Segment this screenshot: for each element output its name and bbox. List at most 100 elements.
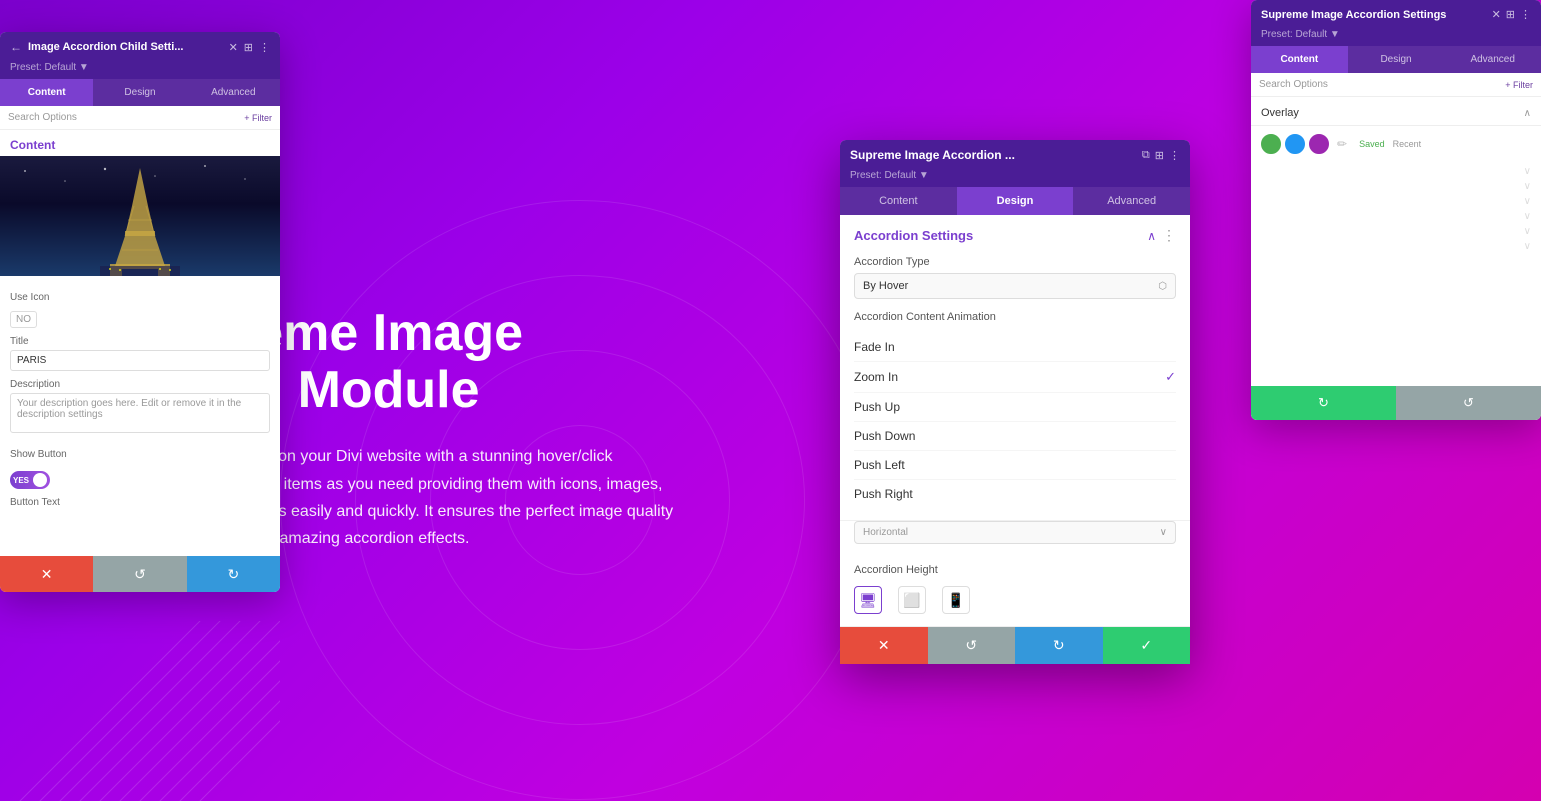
tab-content-main[interactable]: Content <box>840 187 957 215</box>
accordion-settings-section: Accordion Settings ∧ ⋮ Accordion Type By… <box>840 215 1190 521</box>
section-dots-icon[interactable]: ⋮ <box>1162 227 1176 244</box>
horizontal-value: Horizontal <box>863 527 908 538</box>
reset-btn-fr[interactable]: ↺ <box>1396 386 1541 420</box>
panel-back-footer: ✕ ↺ ↻ <box>0 556 280 592</box>
pencil-icon[interactable]: ✏ <box>1337 137 1347 151</box>
tablet-icon[interactable]: ⬜ <box>898 586 926 614</box>
more-icon-main[interactable]: ⋮ <box>1169 149 1180 162</box>
mobile-icon[interactable]: 📱 <box>942 586 970 614</box>
chevron-lines: ∨ ∨ ∨ ∨ ∨ ∨ <box>1251 162 1541 256</box>
refresh-button-back[interactable]: ↻ <box>187 556 280 592</box>
title-field-label: Title <box>10 336 270 347</box>
show-button-label: Show Button <box>10 449 67 460</box>
main-panel-preset: Preset: Default ▼ <box>840 170 1190 187</box>
search-bar-back: Search Options + Filter <box>0 106 280 130</box>
animation-item-push-right[interactable]: Push Right <box>854 480 1176 508</box>
accordion-type-dropdown[interactable]: By Hover ⬡ <box>854 273 1176 299</box>
animation-push-right-label: Push Right <box>854 487 913 501</box>
tab-advanced-back[interactable]: Advanced <box>187 79 280 106</box>
animation-zoom-in-label: Zoom In <box>854 370 898 384</box>
panel-back-header: ← Image Accordion Child Setti... ✕ ⊞ ⋮ <box>0 32 280 62</box>
panel-form-back: Use Icon NO Title PARIS Description Your… <box>0 276 280 519</box>
animation-item-zoom-in[interactable]: Zoom In ✓ <box>854 362 1176 393</box>
saved-label: Saved <box>1359 139 1385 149</box>
panel-far-right: Supreme Image Accordion Settings ✕ ⊞ ⋮ P… <box>1251 0 1541 420</box>
swatch-purple[interactable] <box>1309 134 1329 154</box>
animation-label: Accordion Content Animation <box>854 311 1176 323</box>
tab-design-fr[interactable]: Design <box>1348 46 1445 73</box>
swatch-blue[interactable] <box>1285 134 1305 154</box>
animation-item-fade-in[interactable]: Fade In <box>854 333 1176 362</box>
panel-back-title: Image Accordion Child Setti... <box>28 41 223 53</box>
expand-icon-fr[interactable]: ⊞ <box>1506 8 1515 21</box>
reset-button-back[interactable]: ↺ <box>93 556 186 592</box>
reset-button-main[interactable]: ↺ <box>928 627 1016 664</box>
more-icon-fr[interactable]: ⋮ <box>1520 8 1531 21</box>
description-field-label: Description <box>10 379 270 390</box>
tab-design-back[interactable]: Design <box>93 79 186 106</box>
save-btn-fr[interactable]: ↻ <box>1251 386 1396 420</box>
expand-icon[interactable]: ⊞ <box>244 41 253 54</box>
content-section-label: Content <box>0 130 280 156</box>
far-right-header: Supreme Image Accordion Settings ✕ ⊞ ⋮ <box>1251 0 1541 29</box>
animation-list: Fade In Zoom In ✓ Push Up Push Down Push… <box>854 333 1176 508</box>
back-arrow-icon: ← <box>10 40 22 54</box>
use-icon-toggle: NO <box>10 311 270 328</box>
far-right-tabs: Content Design Advanced <box>1251 46 1541 73</box>
panel-back-preset: Preset: Default ▼ <box>0 62 280 79</box>
dropdown-chevron-icon: ∨ <box>1160 527 1167 538</box>
filter-btn-fr[interactable]: + Filter <box>1505 80 1533 90</box>
close-icon[interactable]: ✕ <box>229 41 238 54</box>
use-icon-label: Use Icon <box>10 292 270 303</box>
save-button-main[interactable]: ✓ <box>1103 627 1191 664</box>
tab-advanced-main[interactable]: Advanced <box>1073 187 1190 215</box>
panel-back-tabs: Content Design Advanced <box>0 79 280 106</box>
overlay-label: Overlay <box>1261 107 1299 119</box>
section-chevron-icon[interactable]: ∧ <box>1147 229 1156 243</box>
title-field-value[interactable]: PARIS <box>10 350 270 371</box>
far-right-title: Supreme Image Accordion Settings <box>1261 9 1486 21</box>
tab-advanced-fr[interactable]: Advanced <box>1444 46 1541 73</box>
animation-push-down-label: Push Down <box>854 429 915 443</box>
animation-push-up-label: Push Up <box>854 400 900 414</box>
main-panel-footer: ✕ ↺ ↻ ✓ <box>840 626 1190 664</box>
tab-content-back[interactable]: Content <box>0 79 93 106</box>
copy-icon-main[interactable]: ⧉ <box>1142 149 1150 162</box>
cancel-button-main[interactable]: ✕ <box>840 627 928 664</box>
horizontal-dropdown[interactable]: Horizontal ∨ <box>854 521 1176 544</box>
animation-item-push-up[interactable]: Push Up <box>854 393 1176 422</box>
section-header: Accordion Settings ∧ ⋮ <box>854 227 1176 244</box>
show-button-row: Show Button <box>10 441 270 463</box>
main-panel-title: Supreme Image Accordion ... <box>850 148 1136 162</box>
description-field-value[interactable]: Your description goes here. Edit or remo… <box>10 393 270 433</box>
overlay-row: Overlay ∧ <box>1251 97 1541 126</box>
search-input-back[interactable]: Search Options <box>8 112 238 123</box>
main-panel-header: Supreme Image Accordion ... ⧉ ⊞ ⋮ <box>840 140 1190 170</box>
far-right-header-icons: ✕ ⊞ ⋮ <box>1492 8 1531 21</box>
toggle-knob <box>33 473 47 487</box>
tab-design-main[interactable]: Design <box>957 187 1074 215</box>
search-input-fr[interactable]: Search Options <box>1259 79 1505 90</box>
height-label: Accordion Height <box>854 564 1176 576</box>
filter-button-back[interactable]: + Filter <box>244 113 272 123</box>
animation-item-push-down[interactable]: Push Down <box>854 422 1176 451</box>
far-right-footer: ↻ ↺ <box>1251 386 1541 420</box>
toggle-yes-text: YES <box>13 476 29 485</box>
cancel-button-back[interactable]: ✕ <box>0 556 93 592</box>
toggle-switch[interactable]: YES <box>10 471 50 489</box>
more-icon[interactable]: ⋮ <box>259 41 270 54</box>
animation-item-push-left[interactable]: Push Left <box>854 451 1176 480</box>
desktop-icon[interactable]: 🖥 <box>854 586 882 614</box>
height-section: Accordion Height 🖥 ⬜ 📱 <box>840 552 1190 626</box>
panel-child-settings: ← Image Accordion Child Setti... ✕ ⊞ ⋮ P… <box>0 32 280 592</box>
swatch-green[interactable] <box>1261 134 1281 154</box>
close-icon-fr[interactable]: ✕ <box>1492 8 1501 21</box>
button-toggle: YES <box>10 471 270 489</box>
refresh-button-main[interactable]: ↻ <box>1015 627 1103 664</box>
recent-label: Recent <box>1393 139 1422 149</box>
tab-content-fr[interactable]: Content <box>1251 46 1348 73</box>
expand-icon-main[interactable]: ⊞ <box>1155 149 1164 162</box>
accordion-type-value: By Hover <box>863 280 908 292</box>
zoom-in-check-icon: ✓ <box>1165 369 1176 385</box>
section-title: Accordion Settings <box>854 228 973 243</box>
